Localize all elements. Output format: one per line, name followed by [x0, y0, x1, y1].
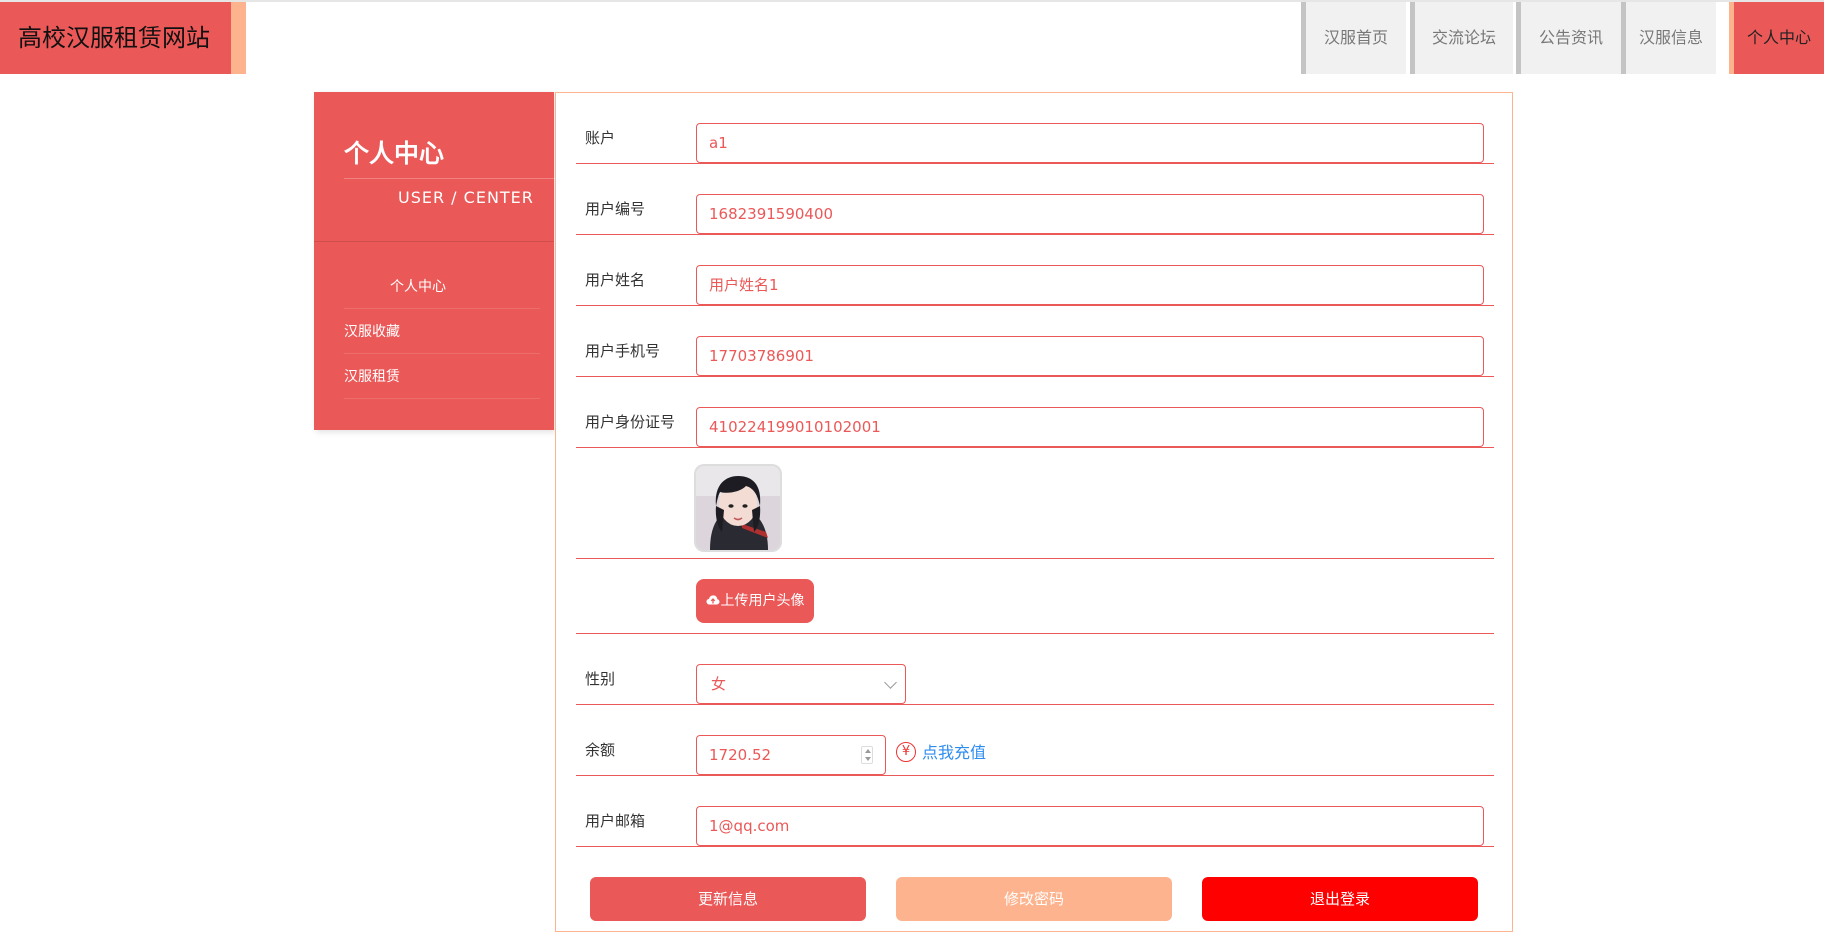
brand-accent-stripe [231, 2, 246, 74]
form-row-user-no: 用户编号 1682391590400 [576, 164, 1494, 235]
user-no-input[interactable]: 1682391590400 [696, 194, 1484, 234]
email-input[interactable]: 1@qq.com [696, 806, 1484, 846]
user-center-sidebar: 个人中心 USER / CENTER 个人中心 汉服收藏 汉服租赁 [314, 92, 554, 430]
user-name-label: 用户姓名 [585, 271, 646, 289]
gender-value: 女 [711, 675, 727, 693]
cloud-upload-icon [706, 595, 719, 605]
user-avatar-photo-icon [696, 466, 780, 550]
balance-input[interactable]: 1720.52 [696, 735, 886, 775]
sidebar-item-favorites[interactable]: 汉服收藏 [344, 310, 540, 354]
form-row-account: 账户 a1 [576, 93, 1494, 164]
upload-avatar-label: 上传用户头像 [720, 593, 805, 609]
form-row-gender: 性别 女 [576, 634, 1494, 705]
form-row-upload: 上传用户头像 [576, 559, 1494, 634]
form-row-id-card: 用户身份证号 410224199010102001 [576, 377, 1494, 448]
top-navbar: 高校汉服租赁网站 汉服首页 交流论坛 公告资讯 汉服信息 个人中心 [0, 0, 1824, 74]
logout-button[interactable]: 退出登录 [1202, 877, 1478, 921]
id-card-label: 用户身份证号 [585, 413, 676, 431]
sidebar-divider [344, 178, 554, 179]
form-row-phone: 用户手机号 17703786901 [576, 306, 1494, 377]
form-row-email: 用户邮箱 1@qq.com [576, 776, 1494, 847]
nav-news[interactable]: 公告资讯 [1516, 2, 1621, 74]
recharge-link[interactable]: ¥ 点我充值 [896, 742, 986, 764]
change-password-button[interactable]: 修改密码 [896, 877, 1172, 921]
user-no-label: 用户编号 [585, 200, 646, 218]
email-label: 用户邮箱 [585, 812, 646, 830]
update-info-button[interactable]: 更新信息 [590, 877, 866, 921]
profile-form-panel: 账户 a1 用户编号 1682391590400 用户姓名 用户姓名1 用户手机… [555, 92, 1513, 932]
phone-label: 用户手机号 [585, 342, 661, 360]
user-name-input[interactable]: 用户姓名1 [696, 265, 1484, 305]
form-row-balance: 余额 1720.52 ¥ 点我充值 [576, 705, 1494, 776]
phone-input[interactable]: 17703786901 [696, 336, 1484, 376]
yuan-icon: ¥ [896, 742, 916, 762]
avatar[interactable] [696, 466, 780, 550]
sidebar-divider [314, 241, 554, 242]
account-input[interactable]: a1 [696, 123, 1484, 163]
sidebar-subtitle: USER / CENTER [398, 188, 534, 207]
form-row-avatar [576, 448, 1494, 559]
upload-avatar-button[interactable]: 上传用户头像 [696, 579, 814, 623]
nav-user-center[interactable]: 个人中心 [1729, 2, 1824, 74]
gender-label: 性别 [585, 670, 616, 688]
sidebar-item-rentals[interactable]: 汉服租赁 [344, 355, 540, 399]
form-row-user-name: 用户姓名 用户姓名1 [576, 235, 1494, 306]
number-spinner-icon[interactable] [861, 746, 873, 764]
nav-forum[interactable]: 交流论坛 [1410, 2, 1513, 74]
balance-label: 余额 [585, 741, 616, 759]
balance-value: 1720.52 [709, 746, 772, 764]
nav-home[interactable]: 汉服首页 [1301, 2, 1406, 74]
account-label: 账户 [585, 129, 616, 147]
id-card-input[interactable]: 410224199010102001 [696, 407, 1484, 447]
gender-select[interactable]: 女 [696, 664, 906, 704]
sidebar-item-user-center[interactable]: 个人中心 [344, 265, 540, 309]
nav-hanfu-info[interactable]: 汉服信息 [1621, 2, 1716, 74]
sidebar-title: 个人中心 [344, 139, 445, 168]
site-title: 高校汉服租赁网站 [0, 2, 231, 74]
recharge-label: 点我充值 [922, 743, 987, 762]
chevron-down-icon [884, 676, 897, 689]
